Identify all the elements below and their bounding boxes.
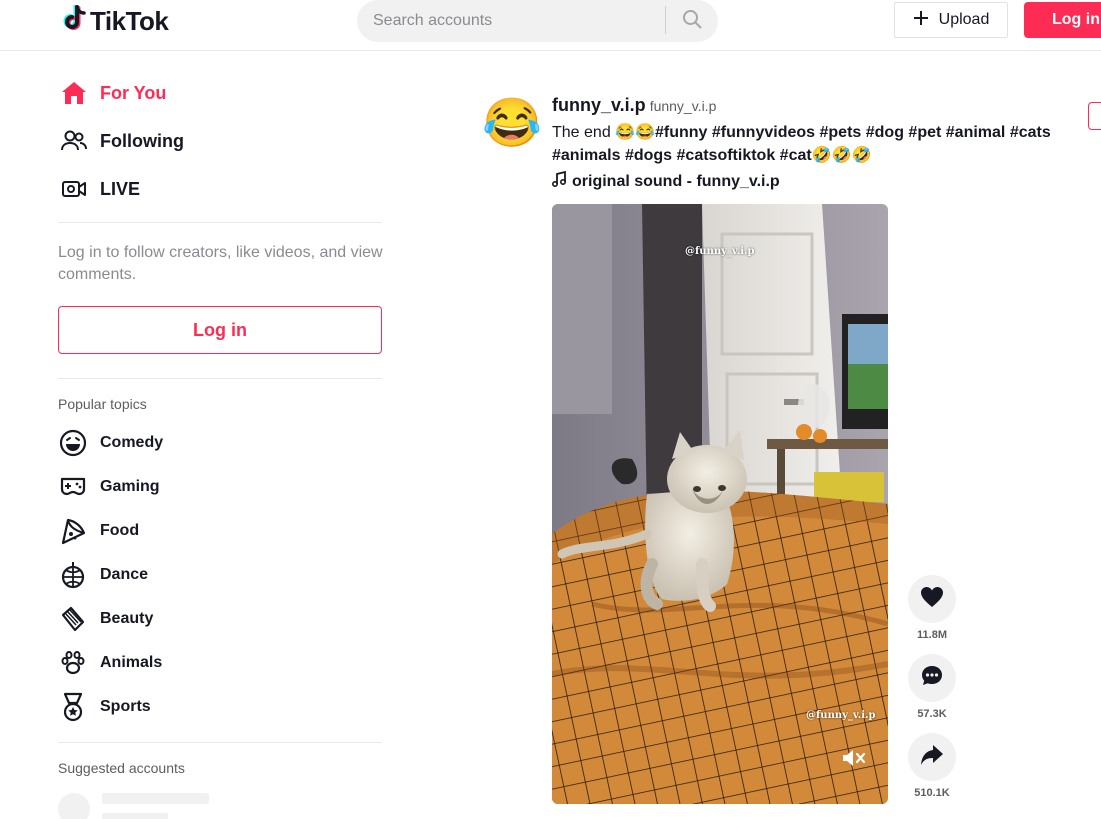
comment-button[interactable] [908, 654, 956, 702]
following-icon [60, 127, 88, 155]
topic-label: Comedy [100, 434, 164, 451]
topic-food[interactable]: Food [58, 515, 139, 547]
plus-icon [913, 10, 929, 31]
comment-action: 57.3K [908, 654, 956, 720]
hashtag-link[interactable]: #cat [780, 147, 812, 164]
author-row: funny_v.i.p funny_v.i.p [552, 95, 716, 116]
suggested-account-name-placeholder [102, 793, 209, 804]
share-icon [920, 744, 944, 771]
topic-label: Sports [100, 698, 151, 715]
comment-count: 57.3K [917, 708, 947, 720]
upload-label: Upload [938, 11, 990, 28]
search-input[interactable] [373, 0, 663, 42]
suggested-account-handle-placeholder [102, 813, 168, 819]
upload-button[interactable]: Upload [894, 2, 1008, 38]
like-count: 11.8M [917, 629, 947, 641]
mute-button[interactable] [838, 744, 870, 772]
author-avatar[interactable]: 😂 [482, 96, 542, 152]
dance-icon [58, 560, 88, 590]
watermark-bottom: @funny_v.i.p [806, 710, 876, 721]
description-emoji: 🤣🤣🤣 [811, 147, 872, 164]
heart-icon [920, 586, 944, 613]
gaming-icon [58, 472, 88, 502]
like-button[interactable] [908, 575, 956, 623]
hashtag-link[interactable]: #pet [908, 124, 941, 141]
hashtag-link[interactable]: #funnyvideos [712, 124, 815, 141]
topic-label: Food [100, 522, 140, 539]
sidebar-divider [58, 378, 382, 379]
hashtag-link[interactable]: #animals [552, 147, 620, 164]
topic-sports[interactable]: Sports [58, 691, 151, 723]
hashtag-link[interactable]: #dog [866, 124, 904, 141]
hashtag-link[interactable]: #pets [820, 124, 862, 141]
sports-icon [58, 692, 88, 722]
live-icon [60, 175, 88, 203]
music-note-icon [551, 170, 567, 192]
popular-topics-title: Popular topics [58, 396, 147, 412]
sound-label: original sound - funny_v.i.p [572, 172, 780, 190]
suggested-accounts-title: Suggested accounts [58, 760, 185, 776]
topic-beauty[interactable]: Beauty [58, 603, 153, 635]
hashtag-link[interactable]: #animal [946, 124, 1006, 141]
topic-label: Dance [100, 566, 149, 583]
nav-for-you-label: For You [100, 82, 167, 103]
author-name[interactable]: funny_v.i.p [552, 95, 646, 116]
home-icon [60, 79, 88, 107]
sidebar-divider [58, 222, 382, 223]
food-icon [58, 516, 88, 546]
topic-animals[interactable]: Animals [58, 647, 162, 679]
comedy-icon [58, 428, 88, 458]
nav-live-label: LIVE [100, 178, 141, 199]
hashtag-link[interactable]: #dogs [625, 147, 672, 164]
nav-for-you[interactable]: For You [60, 76, 166, 110]
topic-dance[interactable]: Dance [58, 559, 148, 591]
suggested-account-avatar-placeholder [58, 793, 90, 819]
hashtag-link[interactable]: #cats [1010, 124, 1051, 141]
video-player[interactable]: @funny_v.i.p @funny_v.i.p [552, 204, 888, 804]
nav-following[interactable]: Following [60, 124, 184, 158]
share-action: 510.1K [908, 733, 956, 799]
animals-icon [58, 648, 88, 678]
muted-speaker-icon [841, 748, 867, 768]
nav-following-label: Following [100, 130, 184, 151]
topic-gaming[interactable]: Gaming [58, 471, 160, 503]
tiktok-note-icon [62, 3, 86, 38]
logo-text: TikTok [90, 5, 169, 36]
search-icon [682, 9, 702, 34]
sidebar-divider [58, 742, 382, 743]
like-action: 11.8M [908, 575, 956, 641]
topic-comedy[interactable]: Comedy [58, 427, 163, 459]
topic-label: Beauty [100, 610, 154, 627]
search-divider [665, 6, 666, 34]
description-text: The end 😂😂 [552, 124, 655, 141]
topic-label: Animals [100, 654, 163, 671]
tiktok-logo[interactable]: TikTok [62, 3, 169, 38]
hashtag-link[interactable]: #funny [655, 124, 707, 141]
post-description: The end 😂😂#funny #funnyvideos #pets #dog… [552, 121, 1052, 167]
author-handle: funny_v.i.p [649, 98, 717, 114]
search-button[interactable] [675, 4, 709, 38]
beauty-icon [58, 604, 88, 634]
top-header: TikTok Upload Log in [0, 0, 1101, 51]
sidebar-login-button[interactable]: Log in [58, 306, 382, 354]
sound-link[interactable]: original sound - funny_v.i.p [551, 170, 780, 192]
watermark-top: @funny_v.i.p [685, 246, 755, 257]
header-login-button[interactable]: Log in [1024, 2, 1101, 38]
share-count: 510.1K [914, 787, 950, 799]
follow-button[interactable] [1088, 102, 1101, 130]
search-bar [357, 0, 718, 42]
share-button[interactable] [908, 733, 956, 781]
hashtag-link[interactable]: #catsoftiktok [677, 147, 776, 164]
topic-label: Gaming [100, 478, 160, 495]
login-prompt-text: Log in to follow creators, like videos, … [58, 244, 383, 283]
nav-live[interactable]: LIVE [60, 172, 140, 206]
comment-icon [920, 664, 944, 693]
